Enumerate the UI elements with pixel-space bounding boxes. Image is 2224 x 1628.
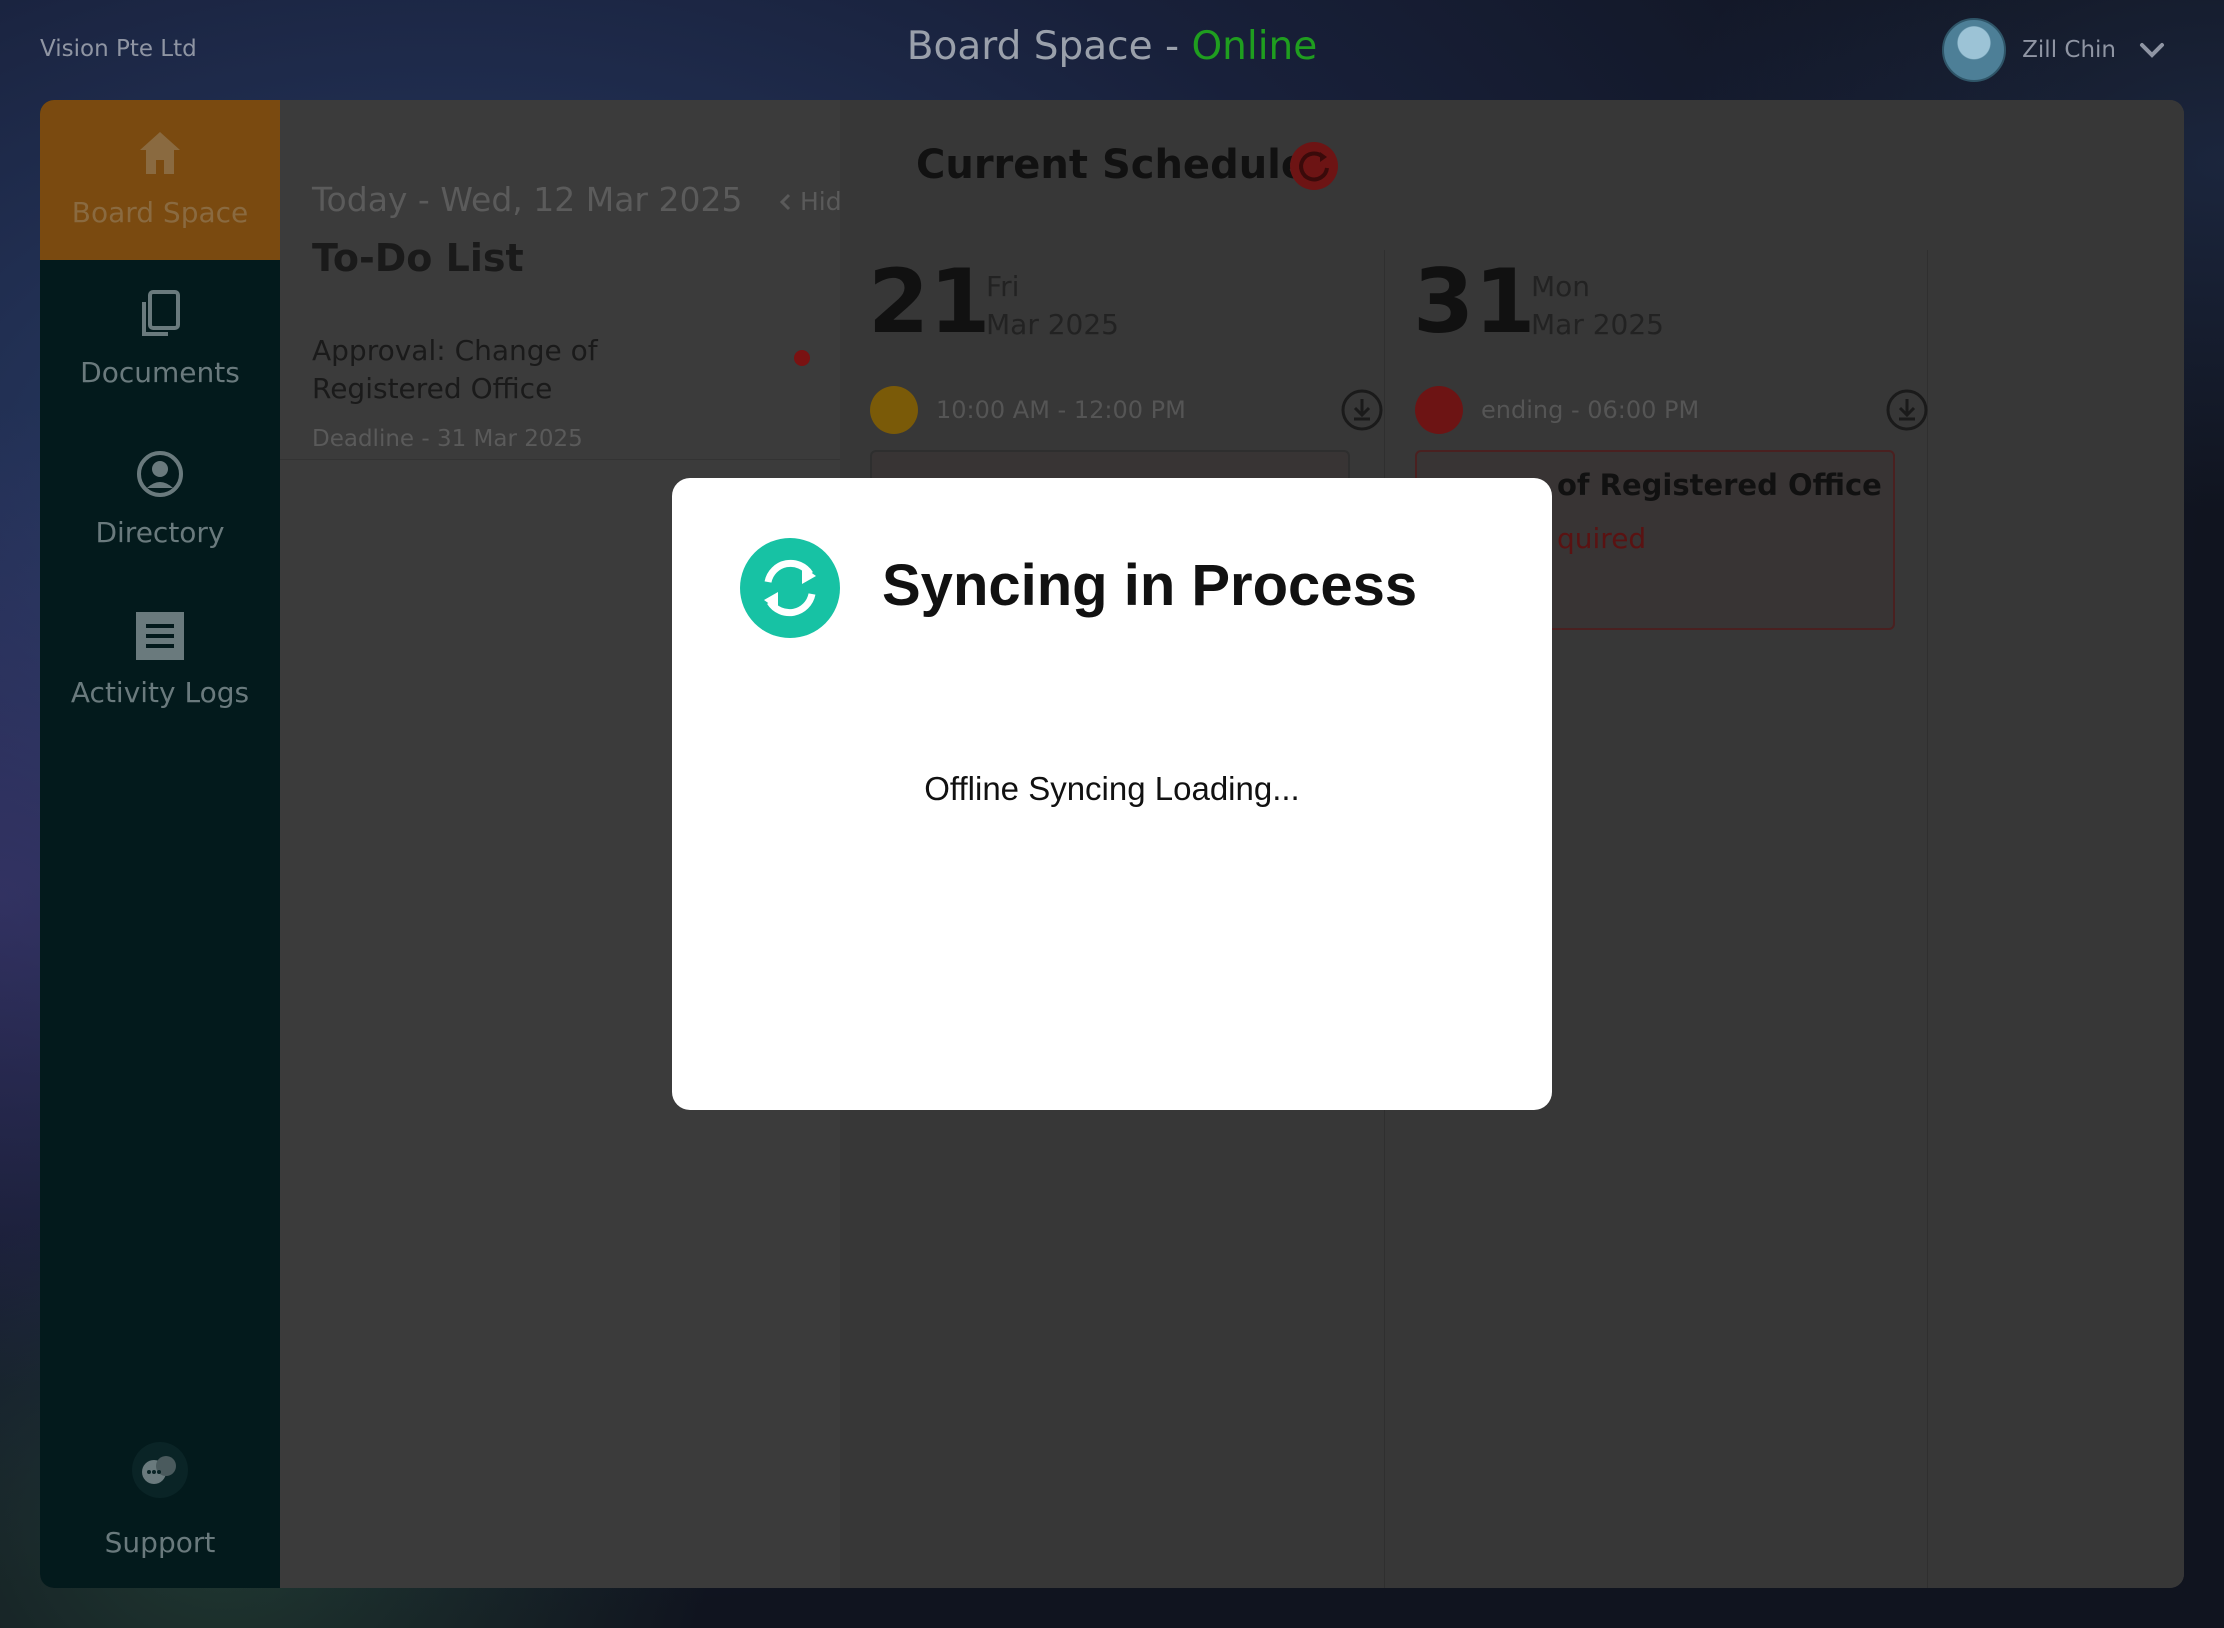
day-weekday: Mon: [1531, 270, 1591, 303]
sidebar-item-directory[interactable]: Directory: [40, 420, 280, 580]
sidebar-item-label: Board Space: [71, 196, 249, 229]
refresh-icon[interactable]: [1290, 142, 1338, 190]
download-icon[interactable]: [1885, 388, 1929, 432]
day-number: 31: [1413, 250, 1536, 353]
day-weekday: Fri: [986, 270, 1020, 303]
connection-status: Online: [1191, 24, 1318, 69]
schedule-title: Current Schedule: [916, 142, 1309, 188]
document-icon: [1415, 386, 1463, 434]
user-name: Zill Chin: [2022, 37, 2116, 63]
today-date: Today - Wed, 12 Mar 2025: [312, 180, 743, 219]
sidebar: Board Space Documents Directory Activity…: [40, 100, 280, 1588]
sidebar-item-label: Documents: [80, 356, 240, 389]
user-circle-icon: [137, 451, 183, 497]
support-label: Support: [104, 1526, 216, 1559]
app-title: Board Space - Online: [906, 24, 1318, 69]
sidebar-item-label: Activity Logs: [70, 676, 250, 709]
event-time: ending - 06:00 PM: [1481, 396, 1700, 424]
day-month: Mar 2025: [986, 308, 1119, 341]
home-icon: [140, 132, 180, 174]
dialog-title: Syncing in Process: [882, 553, 1418, 618]
documents-icon: [142, 290, 180, 336]
unread-dot: [794, 350, 810, 366]
chevron-left-icon: [779, 193, 791, 210]
todo-item-title: Approval: Change of Registered Office: [312, 334, 598, 405]
sidebar-item-documents[interactable]: Documents: [40, 260, 280, 420]
sidebar-item-activity-logs[interactable]: Activity Logs: [40, 580, 280, 740]
event-time: 10:00 AM - 12:00 PM: [936, 396, 1186, 424]
list-item[interactable]: Approval: Change of Registered Office De…: [280, 320, 840, 460]
day-number: 21: [868, 250, 991, 353]
sync-dialog: Syncing in Process Offline Syncing Loadi…: [672, 478, 1552, 1110]
calendar-icon: [870, 386, 918, 434]
avatar: [1942, 18, 2007, 82]
event-card-status: quired: [1557, 522, 1647, 555]
download-icon[interactable]: [1340, 388, 1384, 432]
sidebar-item-label: Directory: [95, 516, 225, 549]
chevron-down-icon[interactable]: [2136, 34, 2168, 66]
dialog-message: Offline Syncing Loading...: [924, 770, 1300, 807]
top-bar: Vision Pte Ltd Board Space - Online Zill…: [0, 0, 2224, 100]
todo-title: To-Do List: [312, 236, 524, 280]
todo-item-deadline: Deadline - 31 Mar 2025: [312, 426, 583, 452]
day-month: Mar 2025: [1531, 308, 1664, 341]
user-menu[interactable]: Zill Chin: [1942, 16, 2168, 84]
event-card-title: of Registered Office: [1557, 468, 1882, 502]
support-button[interactable]: Support: [40, 1420, 280, 1570]
chat-icon: [132, 1442, 188, 1498]
sidebar-item-board-space[interactable]: Board Space: [40, 100, 280, 260]
sync-icon: [740, 538, 840, 638]
list-icon: [136, 612, 184, 660]
